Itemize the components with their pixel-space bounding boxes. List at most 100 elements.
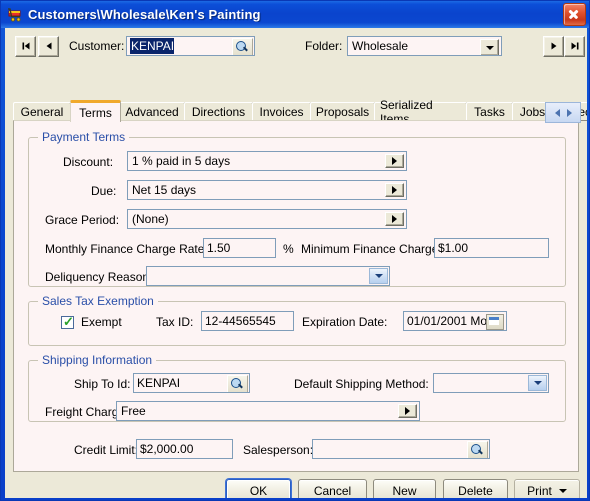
- payment-terms-group-title: Payment Terms: [38, 130, 130, 144]
- ship-to-id-input[interactable]: KENPAI: [133, 373, 250, 393]
- search-icon: [236, 41, 246, 51]
- tab-serialized-items[interactable]: Serialized Items: [374, 98, 467, 126]
- tab-general[interactable]: General: [13, 102, 71, 121]
- calendar-icon[interactable]: [486, 314, 504, 330]
- chevron-down-icon: [558, 488, 567, 493]
- nav-last-button[interactable]: [564, 36, 585, 57]
- tax-id-label: Tax ID:: [156, 315, 194, 329]
- shopping-cart-icon: [7, 7, 23, 23]
- customer-label: Customer:: [69, 39, 125, 53]
- chevron-down-icon: [369, 268, 388, 284]
- window-title: Customers\Wholesale\Ken's Painting: [28, 7, 261, 22]
- finance-rate-label: Monthly Finance Charge Rate:: [45, 242, 208, 256]
- tab-advanced[interactable]: Advanced: [119, 102, 185, 121]
- nav-first-button[interactable]: [15, 36, 36, 57]
- min-finance-input[interactable]: $1.00: [434, 238, 549, 258]
- due-label: Due:: [91, 184, 117, 198]
- tab-tasks[interactable]: Tasks: [466, 102, 513, 121]
- shipping-information-group: Shipping Information Ship To Id: KENPAI …: [28, 353, 566, 422]
- chevron-down-icon: [480, 39, 499, 55]
- credit-limit-value: $2,000.00: [140, 442, 194, 456]
- chevron-down-icon: [528, 375, 547, 391]
- arrow-right-icon: [392, 186, 397, 194]
- terms-tab-page: Payment Terms Discount: 1 % paid in 5 da…: [13, 120, 579, 472]
- search-icon: [471, 444, 481, 454]
- folder-select-value: Wholesale: [352, 39, 409, 53]
- due-field[interactable]: Net 15 days: [127, 180, 407, 200]
- application-window: Customers\Wholesale\Ken's Painting Custo…: [0, 0, 590, 501]
- tab-invoices[interactable]: Invoices: [252, 102, 311, 121]
- tab-proposals[interactable]: Proposals: [310, 102, 375, 121]
- credit-limit-input[interactable]: $2,000.00: [136, 439, 233, 459]
- first-record-icon: [21, 41, 30, 52]
- grace-period-field[interactable]: (None): [127, 209, 407, 229]
- ok-button[interactable]: OK: [226, 479, 291, 498]
- cancel-button[interactable]: Cancel: [298, 479, 367, 498]
- prev-record-icon: [44, 41, 53, 52]
- default-shipping-method-label: Default Shipping Method:: [294, 377, 429, 391]
- discount-field[interactable]: 1 % paid in 5 days: [127, 151, 407, 171]
- search-icon: [231, 378, 241, 388]
- title-bar: Customers\Wholesale\Ken's Painting: [1, 1, 589, 28]
- new-button[interactable]: New: [373, 479, 436, 498]
- check-icon: ✓: [63, 314, 74, 329]
- salesperson-lookup-button[interactable]: [467, 441, 488, 458]
- expiration-date-value: 01/01/2001 Mon: [407, 314, 494, 328]
- next-record-icon: [549, 41, 558, 52]
- tab-directions[interactable]: Directions: [184, 102, 253, 121]
- discount-dropdown-button[interactable]: [385, 154, 404, 168]
- exempt-checkbox[interactable]: ✓: [61, 314, 74, 329]
- delinquency-reason-select[interactable]: [146, 266, 390, 286]
- close-icon[interactable]: [563, 3, 586, 26]
- finance-rate-input[interactable]: 1.50: [203, 238, 276, 258]
- finance-rate-value: 1.50: [207, 241, 231, 255]
- customer-input[interactable]: KENPAI: [126, 36, 255, 56]
- credit-limit-label: Credit Limit:: [74, 443, 139, 457]
- due-dropdown-button[interactable]: [385, 183, 404, 197]
- freight-charge-dropdown-button[interactable]: [398, 404, 417, 418]
- min-finance-label: Minimum Finance Charge:: [301, 242, 442, 256]
- ship-to-lookup-button[interactable]: [227, 375, 248, 392]
- folder-select[interactable]: Wholesale: [347, 36, 502, 56]
- expiration-date-input[interactable]: 01/01/2001 Mon: [403, 311, 507, 331]
- tax-id-input[interactable]: 12-44565545: [201, 311, 294, 331]
- tax-id-value: 12-44565545: [205, 314, 276, 328]
- print-button[interactable]: Print: [514, 479, 580, 498]
- arrow-right-icon: [392, 157, 397, 165]
- ship-to-id-value: KENPAI: [137, 376, 181, 390]
- ship-to-id-label: Ship To Id:: [74, 377, 131, 391]
- salesperson-label: Salesperson:: [243, 443, 314, 457]
- sales-tax-group-title: Sales Tax Exemption: [38, 294, 158, 308]
- payment-terms-group: Payment Terms Discount: 1 % paid in 5 da…: [28, 130, 566, 287]
- record-header: Customer: KENPAI Folder: Wholesale: [5, 28, 587, 64]
- default-shipping-method-select[interactable]: [433, 373, 549, 393]
- grace-period-dropdown-button[interactable]: [385, 212, 404, 226]
- tab-terms[interactable]: Terms: [70, 100, 121, 122]
- grace-period-value: (None): [132, 212, 169, 226]
- customer-lookup-button[interactable]: [232, 38, 253, 55]
- delete-button[interactable]: Delete: [443, 479, 508, 498]
- folder-label: Folder:: [305, 39, 343, 53]
- expiration-date-label: Expiration Date:: [302, 315, 388, 329]
- discount-value: 1 % paid in 5 days: [132, 154, 231, 168]
- nav-prev-button[interactable]: [38, 36, 59, 57]
- last-record-icon: [570, 41, 579, 52]
- customer-input-value: KENPAI: [130, 38, 175, 54]
- salesperson-input[interactable]: [312, 439, 490, 459]
- exempt-label: Exempt: [81, 315, 122, 329]
- shipping-group-title: Shipping Information: [38, 353, 157, 367]
- discount-label: Discount:: [63, 155, 114, 169]
- scroll-left-icon[interactable]: [554, 108, 560, 117]
- delinquency-reason-label: Deliquency Reason:: [45, 270, 153, 284]
- due-value: Net 15 days: [132, 183, 197, 197]
- percent-symbol: %: [283, 242, 294, 256]
- nav-next-button[interactable]: [543, 36, 564, 57]
- sales-tax-exemption-group: Sales Tax Exemption ✓ Exempt Tax ID: 12-…: [28, 294, 566, 346]
- freight-charge-field[interactable]: Free: [116, 401, 420, 421]
- grace-period-label: Grace Period:: [45, 213, 120, 227]
- scroll-right-icon[interactable]: [566, 108, 572, 117]
- dialog-client-area: Customer: KENPAI Folder: Wholesale Gener…: [5, 28, 587, 498]
- tab-strip: General Terms Advanced Directions Invoic…: [13, 98, 587, 126]
- tab-scroll-buttons[interactable]: [545, 102, 581, 123]
- freight-charge-value: Free: [121, 404, 146, 418]
